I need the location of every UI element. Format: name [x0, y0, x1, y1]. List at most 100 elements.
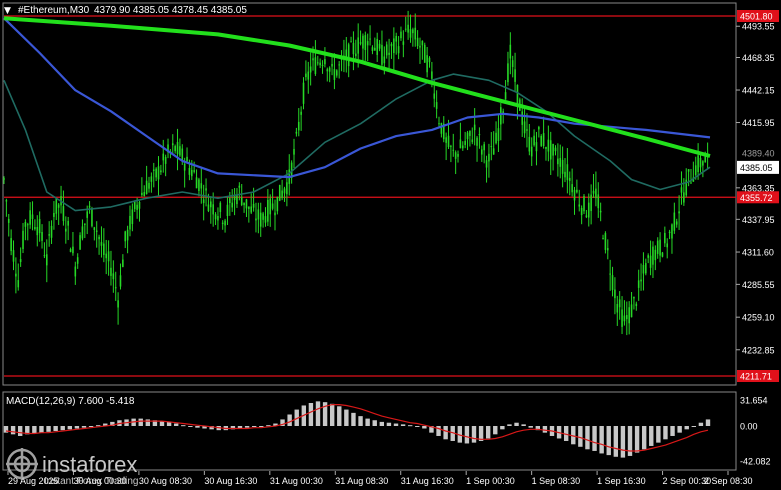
candle-body	[366, 41, 369, 46]
macd-histogram-bar	[393, 423, 399, 426]
candle-body	[67, 220, 69, 226]
candle-body	[350, 41, 352, 43]
candle-body	[3, 178, 5, 180]
candle-body	[48, 234, 50, 236]
candle-body	[262, 213, 264, 220]
macd-histogram-bar	[422, 426, 427, 429]
candle-body	[200, 183, 203, 189]
candle-body	[640, 279, 642, 282]
ma-mid-line	[3, 17, 711, 179]
candle-body	[464, 140, 466, 145]
candle-body	[497, 128, 500, 141]
candle-body	[637, 280, 640, 288]
candle-body	[568, 177, 571, 181]
candle-body	[528, 136, 531, 152]
candle-body	[459, 139, 462, 149]
macd-histogram-bar	[53, 426, 58, 431]
candle-body	[248, 206, 250, 209]
candle-body	[364, 35, 367, 51]
candle-body	[110, 267, 112, 276]
macd-histogram-bar	[67, 426, 73, 430]
candle-body	[538, 127, 540, 130]
macd-histogram-bar	[500, 426, 505, 430]
macd-histogram-bar	[606, 426, 611, 456]
candle-body	[24, 221, 27, 227]
candle-body	[219, 202, 222, 213]
candle-body	[466, 132, 469, 140]
candle-body	[554, 147, 557, 152]
candle-body	[255, 218, 257, 221]
candle-body	[400, 31, 402, 39]
macd-histogram-bar	[46, 426, 51, 432]
candle-body	[176, 141, 179, 155]
candle-body	[231, 202, 234, 208]
candle-body	[76, 257, 79, 264]
candle-body	[559, 158, 562, 167]
macd-histogram-bar	[181, 425, 186, 427]
candle-body	[454, 152, 457, 159]
candle-body	[509, 44, 512, 59]
candle-body	[630, 304, 633, 318]
candle-body	[193, 170, 195, 172]
candle-body	[656, 240, 659, 254]
candle-body	[697, 155, 699, 173]
macd-histogram-bar	[407, 425, 413, 427]
watermark-tagline: Instant Forex Trading	[44, 476, 139, 486]
candle-body	[245, 199, 248, 209]
candle-body	[659, 239, 661, 256]
ohlc-label: 4379.90 4385.05 4378.45 4385.05	[94, 5, 247, 16]
candle-body	[174, 146, 176, 152]
chart-menu-arrow-icon[interactable]: ▼	[4, 6, 11, 16]
macd-histogram-bar	[585, 426, 590, 450]
candle-body	[576, 189, 578, 193]
candle-body	[148, 182, 150, 189]
price-tick-label: 4468.35	[742, 53, 775, 63]
candle-body	[297, 121, 300, 131]
candle-body	[171, 143, 174, 146]
current-price-label: 4385.05	[740, 163, 773, 173]
candle-body	[183, 163, 186, 171]
candle-body	[214, 214, 217, 220]
price-tick-label: 4232.85	[742, 345, 775, 355]
candle-body	[72, 246, 74, 254]
candle-body	[12, 250, 15, 262]
candle-body	[573, 189, 576, 201]
candle-body	[683, 192, 685, 203]
candle-body	[385, 44, 388, 56]
candle-body	[376, 38, 379, 55]
candle-body	[642, 265, 645, 274]
candle-body	[702, 161, 704, 166]
candle-body	[433, 93, 436, 99]
candle-body	[250, 206, 253, 213]
trading-chart[interactable]: 4493.554468.354442.154415.954363.354337.…	[0, 0, 781, 489]
candle-body	[84, 223, 86, 225]
candle-body	[457, 153, 459, 157]
candle-body	[152, 169, 155, 171]
candle-body	[412, 29, 414, 34]
candle-body	[388, 52, 390, 55]
macd-histogram-bar	[698, 422, 704, 426]
macd-histogram-bar	[10, 426, 16, 435]
candle-body	[526, 129, 528, 131]
candle-body	[269, 198, 272, 215]
candle-body	[210, 201, 212, 208]
macd-histogram-bar	[691, 426, 697, 427]
candle-body	[335, 70, 338, 76]
macd-histogram-bar	[358, 416, 363, 426]
time-tick-label: 31 Aug 16:30	[401, 476, 454, 486]
macd-histogram-bar	[436, 426, 441, 436]
candle-body	[678, 211, 680, 214]
candle-body	[592, 190, 595, 194]
candle-body	[393, 38, 395, 54]
candle-body	[181, 148, 184, 161]
price-pane[interactable]	[2, 2, 737, 386]
candle-body	[609, 273, 611, 275]
candle-body	[79, 235, 81, 250]
candle-body	[31, 214, 34, 219]
candle-body	[283, 188, 286, 194]
candle-body	[652, 246, 654, 265]
candle-body	[407, 24, 409, 33]
candle-body	[278, 184, 281, 201]
candle-body	[86, 211, 88, 218]
price-tick-label: 4493.55	[742, 22, 775, 32]
